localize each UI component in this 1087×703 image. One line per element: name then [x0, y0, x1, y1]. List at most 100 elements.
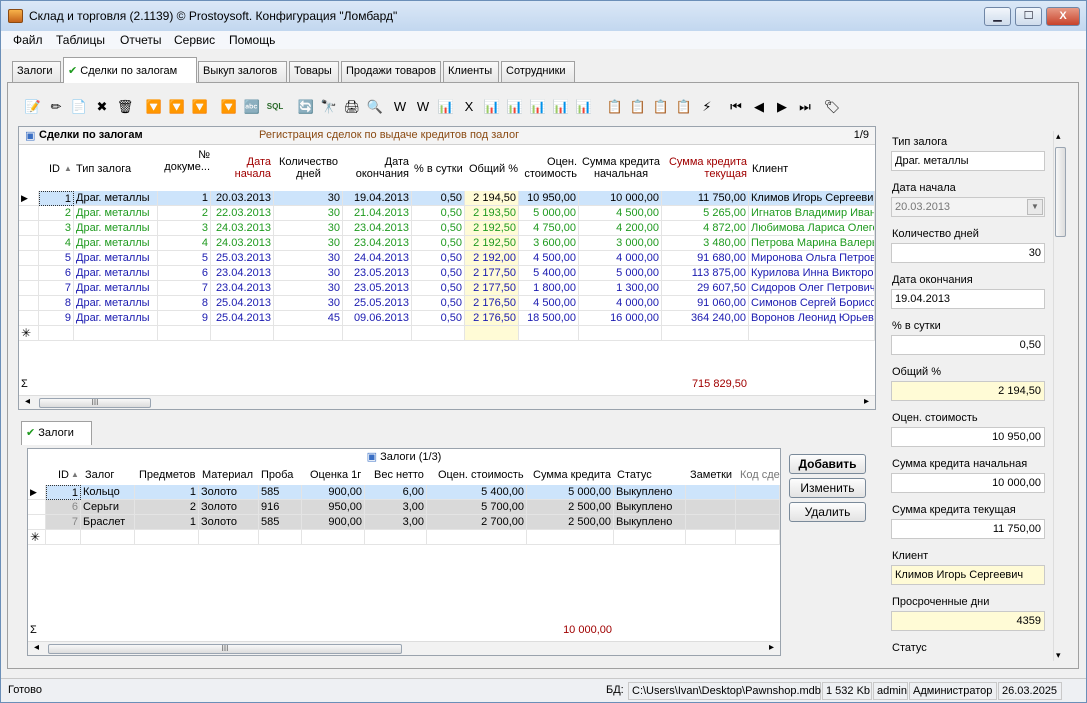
table-cell[interactable]: Драг. металлы [74, 236, 158, 251]
table-cell[interactable]: Петрова Марина Валерь [749, 236, 875, 251]
column-header[interactable]: Залог [85, 469, 114, 481]
table-cell[interactable]: 1 [158, 191, 211, 206]
table-cell[interactable]: 2 700,00 [427, 515, 527, 530]
table-cell[interactable]: 2 177,50 [465, 281, 519, 296]
add-button[interactable]: Добавить [789, 454, 866, 474]
tab-goods[interactable]: Товары [289, 61, 339, 82]
toolbar-button-icon[interactable]: W [414, 98, 432, 116]
menu-reports[interactable]: Отчеты [120, 33, 161, 47]
table-cell[interactable]: 2 176,50 [465, 311, 519, 326]
new-row-icon[interactable]: ✳ [28, 530, 46, 545]
table-cell[interactable]: 25.03.2013 [211, 251, 274, 266]
table-cell[interactable]: Кольцо [81, 485, 135, 500]
table-cell[interactable]: 23.04.2013 [211, 266, 274, 281]
table-cell[interactable] [74, 326, 158, 341]
table-cell[interactable]: Драг. металлы [74, 251, 158, 266]
table-cell[interactable] [211, 326, 274, 341]
toolbar-button-icon[interactable]: 🔍 [366, 98, 384, 116]
table-cell[interactable]: 2 193,50 [465, 206, 519, 221]
table-cell[interactable]: Сидоров Олег Петрович [749, 281, 875, 296]
column-header[interactable]: Оцен. стоимость [522, 156, 577, 180]
table-cell[interactable]: Выкуплено [614, 500, 686, 515]
table-cell[interactable]: 0,50 [412, 221, 465, 236]
table-cell[interactable]: 4 500,00 [519, 251, 579, 266]
column-header[interactable]: Количество дней [277, 156, 340, 180]
toolbar-button-icon[interactable]: ✖ [93, 98, 111, 116]
table-cell[interactable]: 6 [158, 266, 211, 281]
column-header[interactable]: Заметки [690, 469, 732, 481]
table-cell[interactable]: 4 500,00 [579, 206, 662, 221]
table-cell[interactable]: 4 750,00 [519, 221, 579, 236]
table-cell[interactable]: 91 680,00 [662, 251, 749, 266]
table-cell[interactable] [519, 326, 579, 341]
table-cell[interactable]: 30 [274, 296, 343, 311]
edit-button[interactable]: Изменить [789, 478, 866, 498]
scroll-left-icon[interactable]: ◂ [25, 396, 30, 407]
table-cell[interactable]: 16 000,00 [579, 311, 662, 326]
table-cell[interactable]: Миронова Ольга Петров [749, 251, 875, 266]
table-cell[interactable]: 23.04.2013 [211, 281, 274, 296]
table-cell[interactable]: 24.04.2013 [343, 251, 412, 266]
table-cell[interactable]: Золото [199, 515, 259, 530]
table-cell[interactable]: 09.06.2013 [343, 311, 412, 326]
toolbar-button-icon[interactable]: 📊 [575, 98, 593, 116]
table-cell[interactable]: 900,00 [302, 515, 365, 530]
table-cell[interactable]: 3 480,00 [662, 236, 749, 251]
row-indicator[interactable] [28, 515, 46, 530]
form-field-10[interactable]: 4359 [891, 611, 1045, 631]
toolbar-button-icon[interactable]: 📊 [506, 98, 524, 116]
form-field-4[interactable]: 0,50 [891, 335, 1045, 355]
table-cell[interactable] [686, 485, 736, 500]
table-cell[interactable]: 6 [39, 266, 74, 281]
table-cell[interactable]: Драг. металлы [74, 221, 158, 236]
toolbar-button-icon[interactable]: 🔽 [145, 98, 163, 116]
column-header[interactable]: Вес нетто [374, 469, 424, 481]
table-cell[interactable]: 3,00 [365, 515, 427, 530]
delete-button[interactable]: Удалить [789, 502, 866, 522]
table-cell[interactable]: 1 800,00 [519, 281, 579, 296]
table-cell[interactable]: 4 872,00 [662, 221, 749, 236]
table-cell[interactable]: Драг. металлы [74, 191, 158, 206]
table-cell[interactable]: Выкуплено [614, 515, 686, 530]
table-cell[interactable]: 3 [39, 221, 74, 236]
toolbar-button-icon[interactable]: 🔭 [320, 98, 338, 116]
table-cell[interactable]: 0,50 [412, 296, 465, 311]
new-row-icon[interactable]: ✳ [19, 326, 39, 341]
toolbar-button-icon[interactable]: ✏ [47, 98, 65, 116]
table-cell[interactable]: 2 [39, 206, 74, 221]
table-cell[interactable]: 2 192,00 [465, 251, 519, 266]
column-header[interactable]: ID [58, 469, 69, 481]
scroll-thumb[interactable]: III [48, 644, 402, 654]
table-cell[interactable]: 585 [259, 485, 302, 500]
table-cell[interactable]: 30 [274, 266, 343, 281]
menu-service[interactable]: Сервис [174, 33, 215, 47]
table-cell[interactable]: Игнатов Владимир Иван [749, 206, 875, 221]
table-cell[interactable]: 18 500,00 [519, 311, 579, 326]
table-cell[interactable]: 5 000,00 [579, 266, 662, 281]
form-field-2[interactable]: 30 [891, 243, 1045, 263]
table-cell[interactable]: 30 [274, 191, 343, 206]
table-cell[interactable]: 23.04.2013 [343, 221, 412, 236]
table-cell[interactable]: 6 [46, 500, 81, 515]
form-vscroll[interactable]: ▴ ▾ [1053, 131, 1067, 661]
tab-subpledges[interactable]: ✔ Залоги [21, 421, 92, 445]
table-cell[interactable]: 25.04.2013 [211, 296, 274, 311]
form-field-5[interactable]: 2 194,50 [891, 381, 1045, 401]
row-indicator[interactable]: ▶ [28, 485, 46, 500]
table-cell[interactable]: 5 [158, 251, 211, 266]
table-cell[interactable]: 23.05.2013 [343, 266, 412, 281]
deals-grid[interactable]: ID Тип залога № докуме... Дата начала Количе… [19, 147, 875, 395]
table-cell[interactable] [686, 500, 736, 515]
toolbar-button-icon[interactable]: ▶ [773, 98, 791, 116]
table-cell[interactable]: 4 [39, 236, 74, 251]
pledges-hscroll[interactable]: ◂ III ▸ [28, 641, 780, 655]
table-cell[interactable]: 5 000,00 [527, 485, 614, 500]
table-cell[interactable] [749, 326, 875, 341]
table-cell[interactable]: 21.04.2013 [343, 206, 412, 221]
table-cell[interactable]: 2 [135, 500, 199, 515]
row-indicator[interactable] [19, 296, 39, 311]
table-cell[interactable] [274, 326, 343, 341]
row-indicator[interactable] [19, 311, 39, 326]
table-cell[interactable]: 0,50 [412, 311, 465, 326]
table-cell[interactable]: 45 [274, 311, 343, 326]
